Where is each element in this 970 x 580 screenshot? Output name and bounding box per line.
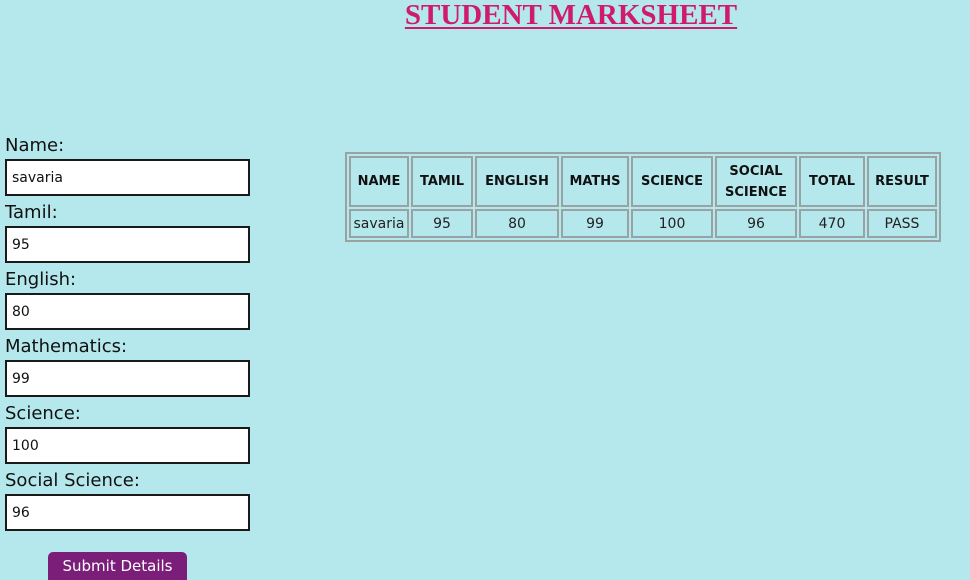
social-science-input[interactable] bbox=[5, 494, 250, 531]
english-label: English: bbox=[5, 269, 77, 290]
table-row: savaria 95 80 99 100 96 470 PASS bbox=[349, 209, 937, 238]
name-label: Name: bbox=[5, 135, 65, 156]
mathematics-input[interactable] bbox=[5, 360, 250, 397]
cell-tamil: 95 bbox=[411, 209, 473, 238]
tamil-label: Tamil: bbox=[5, 202, 58, 223]
header-name: NAME bbox=[349, 156, 409, 207]
name-input[interactable] bbox=[5, 159, 250, 196]
social-science-label: Social Science: bbox=[5, 470, 140, 491]
header-science: SCIENCE bbox=[631, 156, 713, 207]
english-input[interactable] bbox=[5, 293, 250, 330]
header-result: RESULT bbox=[867, 156, 937, 207]
science-input[interactable] bbox=[5, 427, 250, 464]
header-social-science: SOCIAL SCIENCE bbox=[715, 156, 797, 207]
mathematics-label: Mathematics: bbox=[5, 336, 128, 357]
cell-result: PASS bbox=[867, 209, 937, 238]
cell-science: 100 bbox=[631, 209, 713, 238]
submit-details-button[interactable]: Submit Details bbox=[48, 552, 187, 580]
science-label: Science: bbox=[5, 403, 81, 424]
cell-english: 80 bbox=[475, 209, 559, 238]
page-title: STUDENT MARKSHEET bbox=[404, 0, 738, 31]
cell-social-science: 96 bbox=[715, 209, 797, 238]
table-header-row: NAME TAMIL ENGLISH MATHS SCIENCE SOCIAL … bbox=[349, 156, 937, 207]
marksheet-table: NAME TAMIL ENGLISH MATHS SCIENCE SOCIAL … bbox=[345, 152, 941, 242]
marks-form: Name: Tamil: English: Mathematics: Scien… bbox=[5, 135, 255, 537]
header-total: TOTAL bbox=[799, 156, 865, 207]
tamil-input[interactable] bbox=[5, 226, 250, 263]
cell-maths: 99 bbox=[561, 209, 629, 238]
header-maths: MATHS bbox=[561, 156, 629, 207]
cell-name: savaria bbox=[349, 209, 409, 238]
header-tamil: TAMIL bbox=[411, 156, 473, 207]
header-english: ENGLISH bbox=[475, 156, 559, 207]
cell-total: 470 bbox=[799, 209, 865, 238]
